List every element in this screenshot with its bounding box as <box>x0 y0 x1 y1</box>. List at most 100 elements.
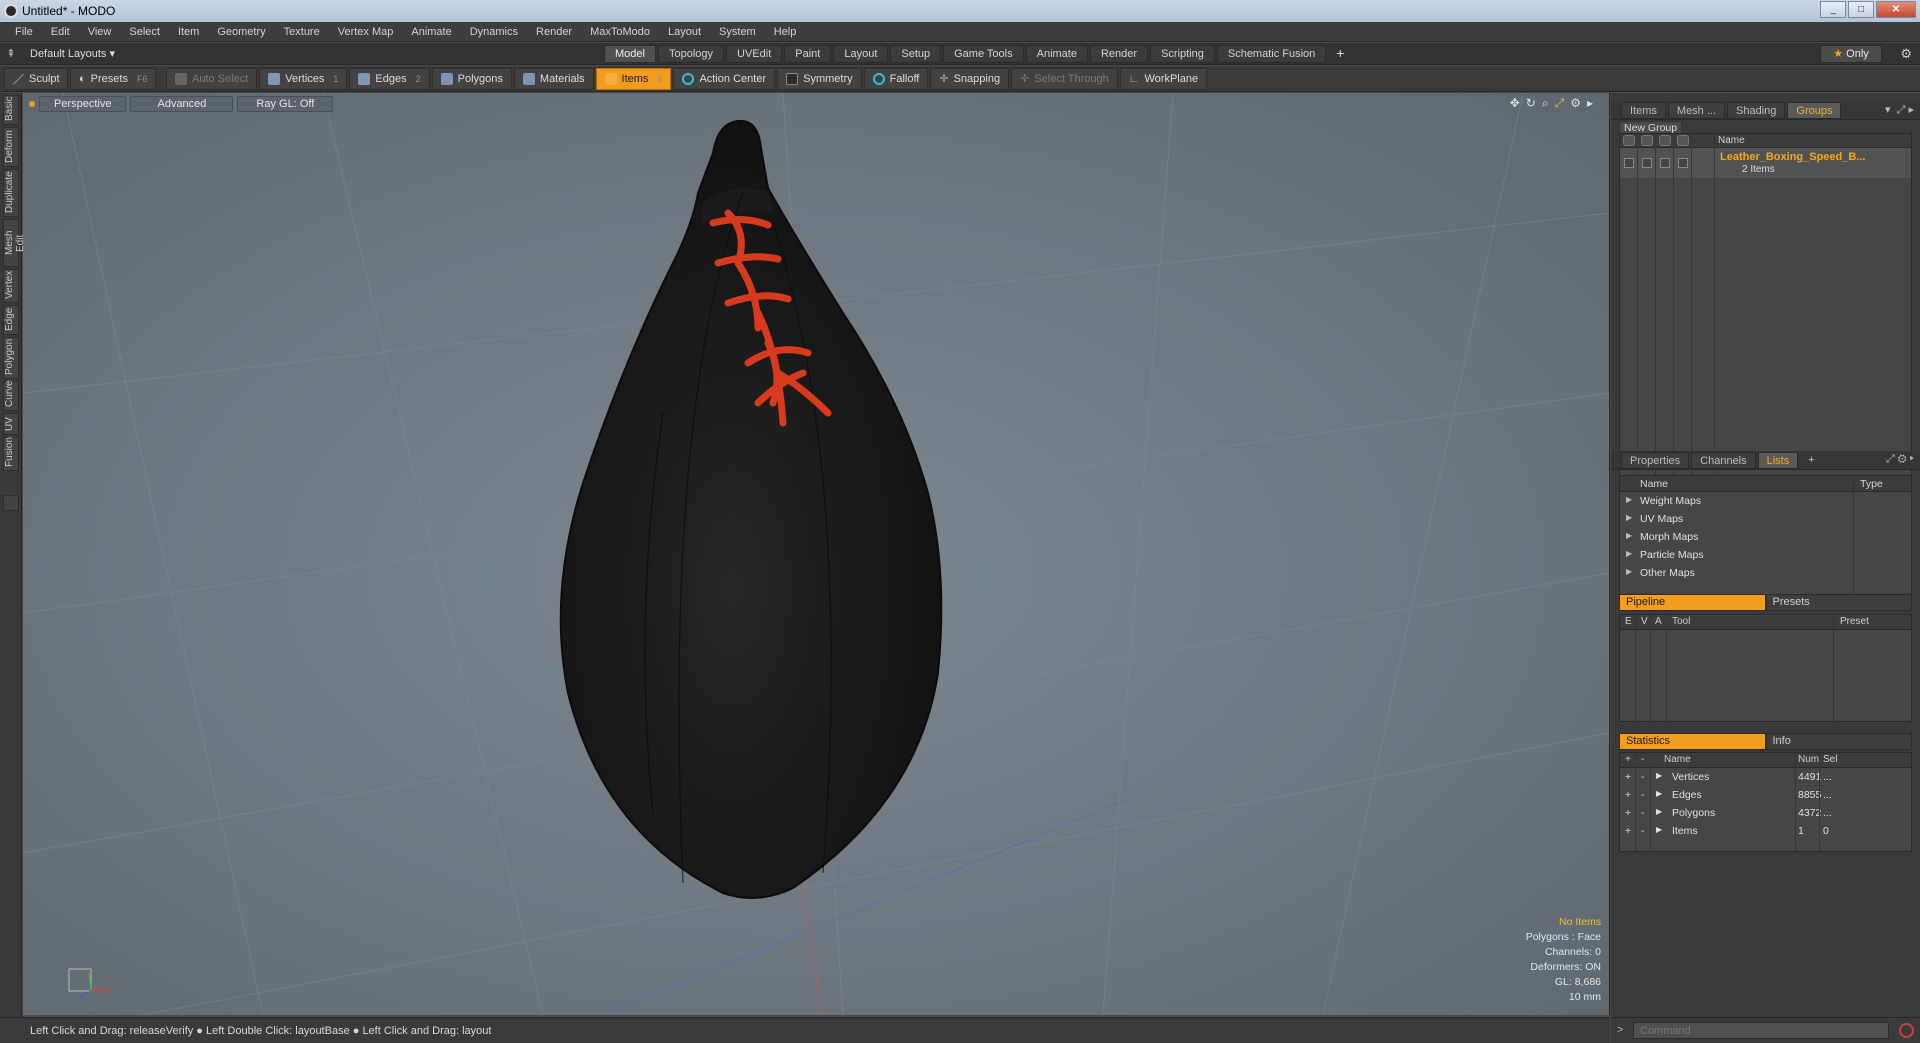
list-item[interactable]: ▶ Morph Maps <box>1620 528 1911 546</box>
sculpt-button[interactable]: ／ Sculpt <box>4 67 68 90</box>
expand-arrow-icon[interactable]: ▶ <box>1656 825 1662 834</box>
add-selection-button[interactable]: + <box>1625 771 1631 783</box>
vtab-curve[interactable]: Curve <box>3 380 19 411</box>
group-render-toggle[interactable] <box>1642 158 1652 168</box>
tab-setup[interactable]: Setup <box>890 45 942 63</box>
menu-help[interactable]: Help <box>765 26 806 38</box>
tab-game-tools[interactable]: Game Tools <box>943 45 1024 63</box>
tab-statistics[interactable]: Statistics <box>1619 733 1766 750</box>
symmetry-button[interactable]: Symmetry <box>777 67 862 90</box>
menu-item[interactable]: Item <box>169 26 208 38</box>
auto-select-button[interactable]: Auto Select <box>166 67 258 90</box>
minimize-button[interactable]: _ <box>1820 1 1846 18</box>
tab-lists[interactable]: Lists <box>1757 451 1799 469</box>
stats-plus-header[interactable]: + <box>1625 754 1631 765</box>
menu-view[interactable]: View <box>79 26 121 38</box>
command-input[interactable] <box>1633 1022 1889 1039</box>
menu-file[interactable]: File <box>6 26 42 38</box>
table-row[interactable]: + - ▶ Polygons 4372 ... <box>1620 804 1911 822</box>
only-toggle[interactable]: ★ Only <box>1820 45 1882 63</box>
falloff-button[interactable]: Falloff <box>863 67 929 90</box>
workplane-button[interactable]: ∟ WorkPlane <box>1119 67 1208 90</box>
expand-arrow-icon[interactable]: ▶ <box>1626 495 1632 504</box>
tab-mesh[interactable]: Mesh ... <box>1667 101 1726 119</box>
add-selection-button[interactable]: + <box>1625 789 1631 801</box>
vtab-vertex[interactable]: Vertex <box>3 269 19 303</box>
raygl-toggle[interactable]: Ray GL: Off <box>237 96 334 112</box>
tab-shading[interactable]: Shading <box>1727 101 1786 119</box>
remove-selection-button[interactable]: - <box>1641 771 1645 783</box>
expand-arrow-icon[interactable]: ▶ <box>1656 771 1662 780</box>
zoom-icon[interactable]: ⌕ <box>1542 96 1549 111</box>
tab-layout[interactable]: Layout <box>833 45 889 63</box>
view-mode-dropdown[interactable]: Perspective <box>39 96 127 112</box>
panel-expand-icon[interactable]: ▾ ⤢ ▸ <box>1885 103 1914 117</box>
menu-dynamics[interactable]: Dynamics <box>461 26 527 38</box>
expand-arrow-icon[interactable]: ▶ <box>1656 807 1662 816</box>
vtab-duplicate[interactable]: Duplicate <box>3 169 19 217</box>
action-center-button[interactable]: Action Center <box>673 67 776 90</box>
remove-selection-button[interactable]: - <box>1641 825 1645 837</box>
edges-button[interactable]: Edges 2 <box>349 67 430 90</box>
vtab-polygon[interactable]: Polygon <box>3 337 19 379</box>
menu-texture[interactable]: Texture <box>275 26 329 38</box>
vtab-edge[interactable]: Edge <box>3 305 19 335</box>
tab-uvedit[interactable]: UVEdit <box>726 45 783 63</box>
menu-edit[interactable]: Edit <box>42 26 79 38</box>
tab-model[interactable]: Model <box>604 45 656 63</box>
tab-render[interactable]: Render <box>1089 45 1149 63</box>
pan-icon[interactable]: ✥ <box>1510 96 1520 111</box>
vtab-basic[interactable]: Basic <box>3 95 19 125</box>
vtab-fusion[interactable]: Fusion <box>3 437 19 471</box>
expand-arrow-icon[interactable]: ▶ <box>1626 531 1632 540</box>
close-button[interactable]: ✕ <box>1876 1 1916 18</box>
expand-arrow-icon[interactable]: ▶ <box>1656 789 1662 798</box>
tab-paint[interactable]: Paint <box>784 45 832 63</box>
tab-info[interactable]: Info <box>1765 733 1912 750</box>
presets-button[interactable]: ◐ Presets F6 <box>70 67 156 90</box>
layout-home-icon[interactable]: ⇞ <box>0 47 22 60</box>
select-through-button[interactable]: ✛ Select Through <box>1011 67 1118 90</box>
group-select-toggle[interactable] <box>1678 158 1688 168</box>
group-visibility-toggle[interactable] <box>1624 158 1634 168</box>
menu-geometry[interactable]: Geometry <box>208 26 274 38</box>
menu-animate[interactable]: Animate <box>402 26 460 38</box>
vtab-extra[interactable] <box>3 495 19 511</box>
items-button[interactable]: Items 5 <box>595 67 672 90</box>
list-item[interactable]: ▶ Particle Maps <box>1620 546 1911 564</box>
viewport-settings-icon[interactable]: ⚙ <box>1570 96 1581 111</box>
materials-button[interactable]: Materials <box>513 67 594 90</box>
menu-select[interactable]: Select <box>120 26 169 38</box>
maximize-button[interactable]: □ <box>1848 1 1874 18</box>
stats-minus-header[interactable]: - <box>1641 754 1644 765</box>
menu-render[interactable]: Render <box>527 26 581 38</box>
table-row[interactable]: + - ▶ Edges 8855 ... <box>1620 786 1911 804</box>
rotate-icon[interactable]: ↻ <box>1526 96 1536 111</box>
tab-scripting[interactable]: Scripting <box>1150 45 1215 63</box>
add-selection-button[interactable]: + <box>1625 807 1631 819</box>
table-row[interactable]: + - ▶ Vertices 4491 ... <box>1620 768 1911 786</box>
tab-items[interactable]: Items <box>1621 101 1666 119</box>
gear-icon[interactable]: ⚙ <box>1900 46 1912 62</box>
list-item[interactable]: ▶ UV Maps <box>1620 510 1911 528</box>
fit-icon[interactable]: ⤢ <box>1555 96 1565 111</box>
mid-panel-icons[interactable]: ⤢ ⚙ ▸ <box>1886 453 1914 466</box>
add-selection-button[interactable]: + <box>1625 825 1631 837</box>
vtab-uv[interactable]: UV <box>3 413 19 435</box>
viewport-expand-icon[interactable]: ▸ <box>1587 96 1593 111</box>
remove-selection-button[interactable]: - <box>1641 807 1645 819</box>
vtab-deform[interactable]: Deform <box>3 127 19 167</box>
tab-schematic-fusion[interactable]: Schematic Fusion <box>1216 45 1327 63</box>
vtab-mesh-edit[interactable]: Mesh Edit <box>3 219 26 267</box>
menu-system[interactable]: System <box>710 26 765 38</box>
group-lock-toggle[interactable] <box>1660 158 1670 168</box>
speed-bag-model[interactable] <box>543 113 963 903</box>
group-row[interactable]: Leather_Boxing_Speed_B... 2 Items <box>1620 148 1911 178</box>
record-macro-icon[interactable] <box>1899 1023 1914 1038</box>
list-item[interactable]: ▶ Weight Maps <box>1620 492 1911 510</box>
add-tab-button[interactable]: + <box>1328 45 1352 63</box>
polygons-button[interactable]: Polygons <box>431 67 512 90</box>
tab-presets[interactable]: Presets <box>1765 594 1912 611</box>
tab-topology[interactable]: Topology <box>657 45 725 63</box>
menu-layout[interactable]: Layout <box>659 26 710 38</box>
